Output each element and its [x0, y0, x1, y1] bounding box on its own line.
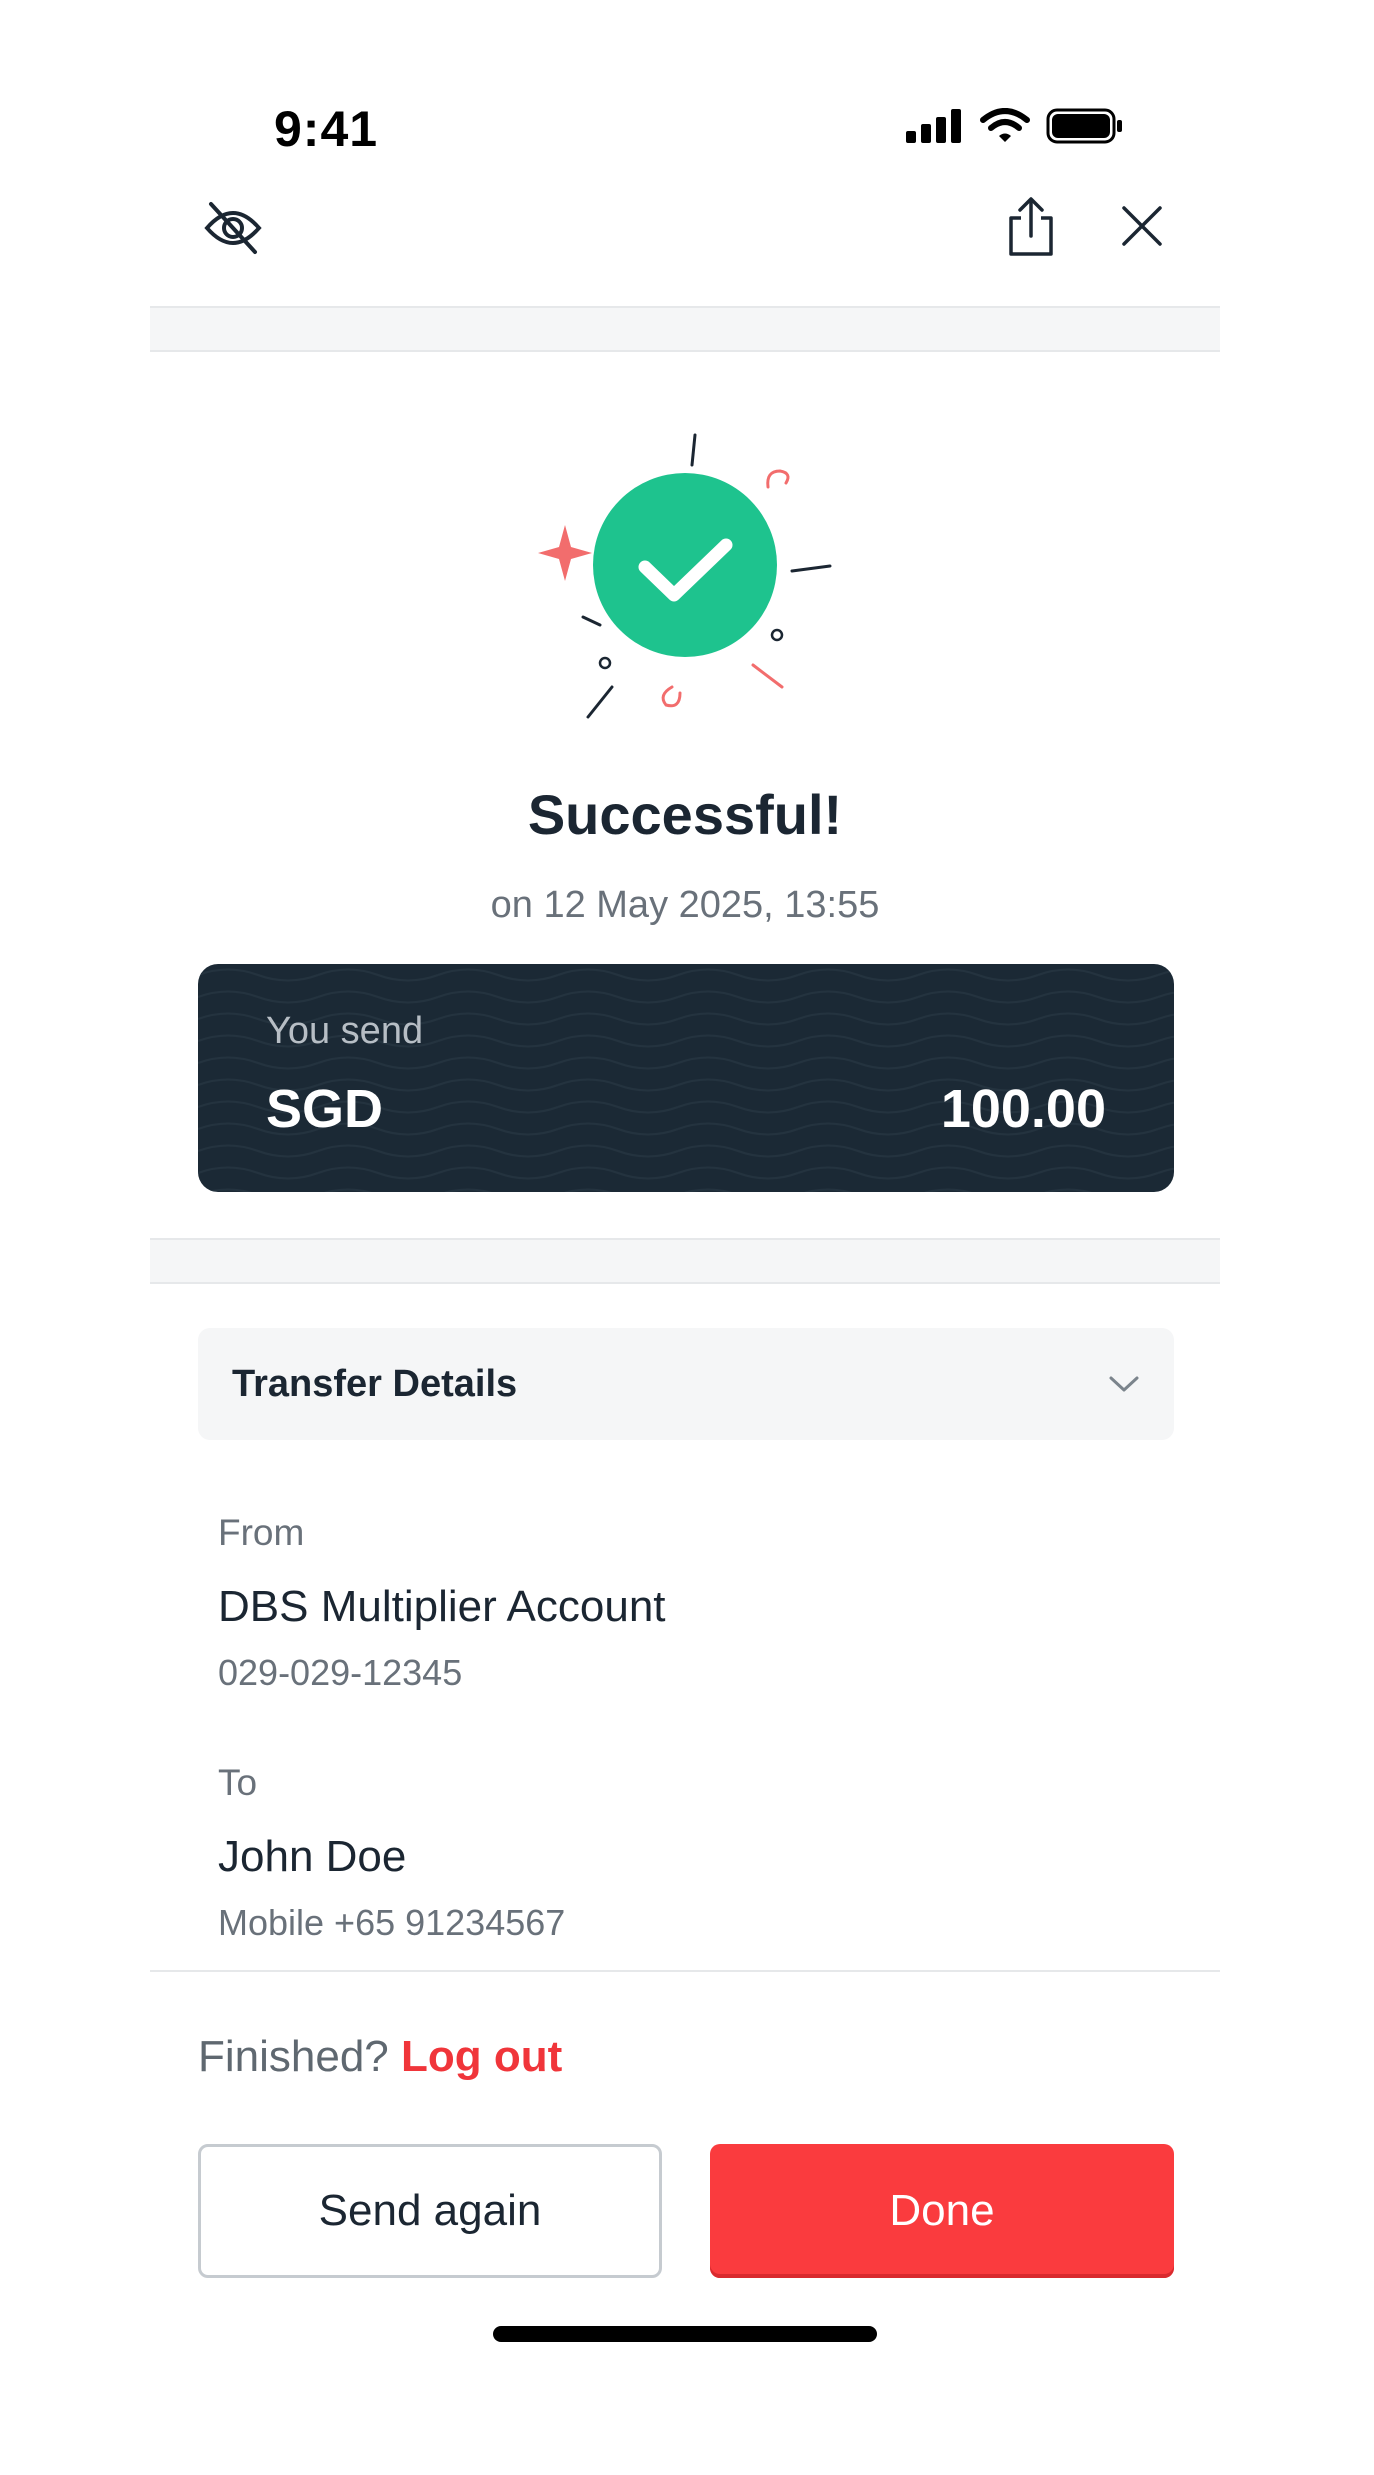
finished-prompt: Finished? Log out [198, 2032, 562, 2082]
logout-link[interactable]: Log out [401, 2032, 562, 2081]
section-divider [150, 1238, 1220, 1284]
battery-icon [1046, 108, 1122, 144]
to-label: To [218, 1762, 258, 1803]
hide-balance-button[interactable] [200, 195, 266, 261]
chevron-down-icon [1109, 1376, 1139, 1392]
share-button[interactable] [998, 192, 1064, 262]
from-account-name: DBS Multiplier Account [218, 1582, 666, 1631]
transfer-details-toggle[interactable]: Transfer Details [198, 1328, 1174, 1440]
to-recipient-name: John Doe [218, 1832, 407, 1881]
close-icon [1122, 206, 1162, 246]
status-icons [906, 108, 1124, 144]
success-illustration [538, 433, 832, 719]
from-account-number: 029-029-12345 [218, 1652, 463, 1693]
close-button[interactable] [1114, 198, 1170, 254]
footer-divider [150, 1970, 1220, 1972]
status-time: 9:41 [274, 101, 379, 157]
check-circle-icon [593, 473, 777, 657]
amount-label: You send [266, 1010, 424, 1052]
success-title: Successful! [527, 783, 843, 846]
transfer-details-title: Transfer Details [232, 1362, 518, 1405]
to-recipient-contact: Mobile +65 91234567 [218, 1902, 566, 1943]
from-label: From [218, 1512, 305, 1553]
transfer-timestamp: on 12 May 2025, 13:55 [490, 884, 880, 926]
finished-text: Finished? [198, 2032, 389, 2081]
signal-icon [906, 109, 961, 143]
done-button[interactable]: Done [710, 2144, 1174, 2278]
amount-card: You send SGD 100.00 [198, 964, 1174, 1192]
home-indicator [493, 2326, 877, 2342]
amount-value: 100.00 [940, 1079, 1106, 1139]
sparkle-icon [538, 525, 592, 581]
send-again-button[interactable]: Send again [198, 2144, 662, 2278]
share-icon [1009, 197, 1053, 256]
eye-off-icon [204, 202, 262, 254]
wifi-icon [980, 108, 1030, 142]
amount-currency: SGD [266, 1079, 384, 1139]
section-divider [150, 306, 1220, 352]
transfer-success-screen: 9:41 Successful! on 12 May 2025, 13:55 Y… [150, 0, 1220, 2475]
